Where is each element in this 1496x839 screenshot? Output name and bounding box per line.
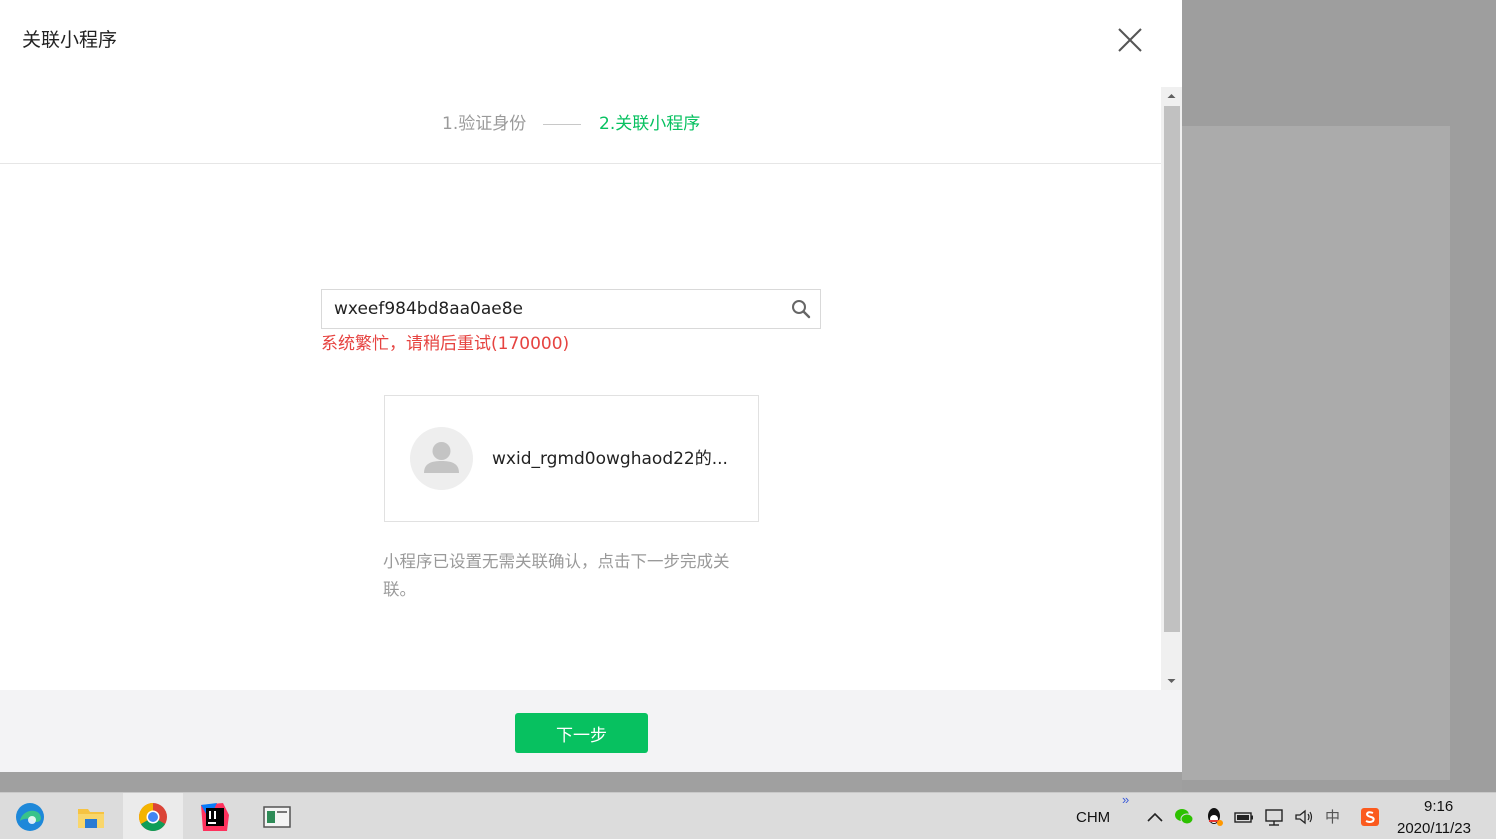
- error-message: 系统繁忙，请稍后重试(170000): [321, 334, 570, 354]
- hint-text: 小程序已设置无需关联确认，点击下一步完成关联。: [383, 552, 730, 599]
- battery-icon: [1234, 812, 1253, 823]
- qq-icon: [1208, 808, 1223, 826]
- dialog-title: 关联小程序: [22, 29, 118, 51]
- file-explorer-icon: [78, 809, 104, 828]
- chrome-icon: [139, 803, 167, 831]
- taskbar-app-window[interactable]: [247, 793, 307, 839]
- tray-wechat[interactable]: [1173, 806, 1195, 828]
- dialog-footer: 下一步: [0, 690, 1182, 772]
- taskbar-app-edge[interactable]: [0, 793, 60, 839]
- app-window-icon: [263, 806, 291, 828]
- search-box: [321, 289, 821, 329]
- user-avatar-icon: [424, 442, 459, 473]
- network-icon: [1265, 809, 1283, 826]
- miniprogram-name: wxid_rgmd0owghaod22的...: [492, 449, 728, 469]
- close-icon: [1118, 28, 1142, 52]
- chevron-up-icon: [1147, 812, 1163, 822]
- vertical-scrollbar[interactable]: [1161, 87, 1182, 690]
- background-panel: [1182, 126, 1450, 780]
- clock-time[interactable]: 9:16: [1424, 798, 1453, 815]
- scroll-thumb[interactable]: [1164, 106, 1180, 632]
- clock-date[interactable]: 2020/11/23: [1397, 820, 1471, 837]
- miniprogram-card[interactable]: wxid_rgmd0owghaod22的...: [384, 395, 759, 522]
- scroll-down-button[interactable]: [1161, 672, 1182, 690]
- taskbar-app-explorer[interactable]: [61, 793, 121, 839]
- step-indicator: 1.验证身份 2.关联小程序: [0, 112, 1162, 136]
- avatar: [410, 427, 473, 490]
- chevron-overflow-icon[interactable]: »: [1122, 790, 1129, 810]
- wechat-icon: [1175, 809, 1194, 825]
- link-miniprogram-dialog: 关联小程序 1.验证身份 2.关联小程序 系统繁忙，请稍后重试(170000): [0, 0, 1182, 772]
- tray-volume[interactable]: [1293, 806, 1315, 828]
- arrow-up-icon: [1167, 94, 1176, 98]
- background-strip: [0, 771, 1182, 792]
- show-hidden-icons[interactable]: [1144, 806, 1166, 828]
- tray-sogou[interactable]: [1359, 806, 1381, 828]
- appid-search-input[interactable]: [334, 290, 774, 328]
- tray-qq[interactable]: [1203, 806, 1225, 828]
- taskbar-app-chrome[interactable]: [123, 793, 183, 839]
- step-link-miniprogram: 2.关联小程序: [599, 114, 701, 134]
- step-connector: [543, 124, 581, 125]
- intellij-icon: [201, 803, 229, 831]
- search-icon[interactable]: [791, 299, 811, 319]
- arrow-down-icon: [1167, 679, 1176, 683]
- tray-battery[interactable]: [1233, 806, 1255, 828]
- ime-mode-label[interactable]: CHM: [1076, 808, 1110, 828]
- edge-icon: [16, 803, 44, 831]
- next-step-button[interactable]: 下一步: [515, 713, 648, 753]
- taskbar-app-intellij[interactable]: [185, 793, 245, 839]
- scroll-up-button[interactable]: [1161, 87, 1182, 105]
- sogou-ime-icon: [1361, 808, 1379, 826]
- tray-network[interactable]: [1263, 806, 1285, 828]
- taskbar: CHM » 中 9:16 2020/11/23: [0, 792, 1496, 839]
- volume-icon: [1295, 809, 1313, 825]
- ime-language-label[interactable]: 中: [1325, 808, 1340, 828]
- step-verify-identity: 1.验证身份: [442, 114, 527, 134]
- header-divider: [0, 163, 1161, 164]
- close-button[interactable]: [1114, 24, 1146, 56]
